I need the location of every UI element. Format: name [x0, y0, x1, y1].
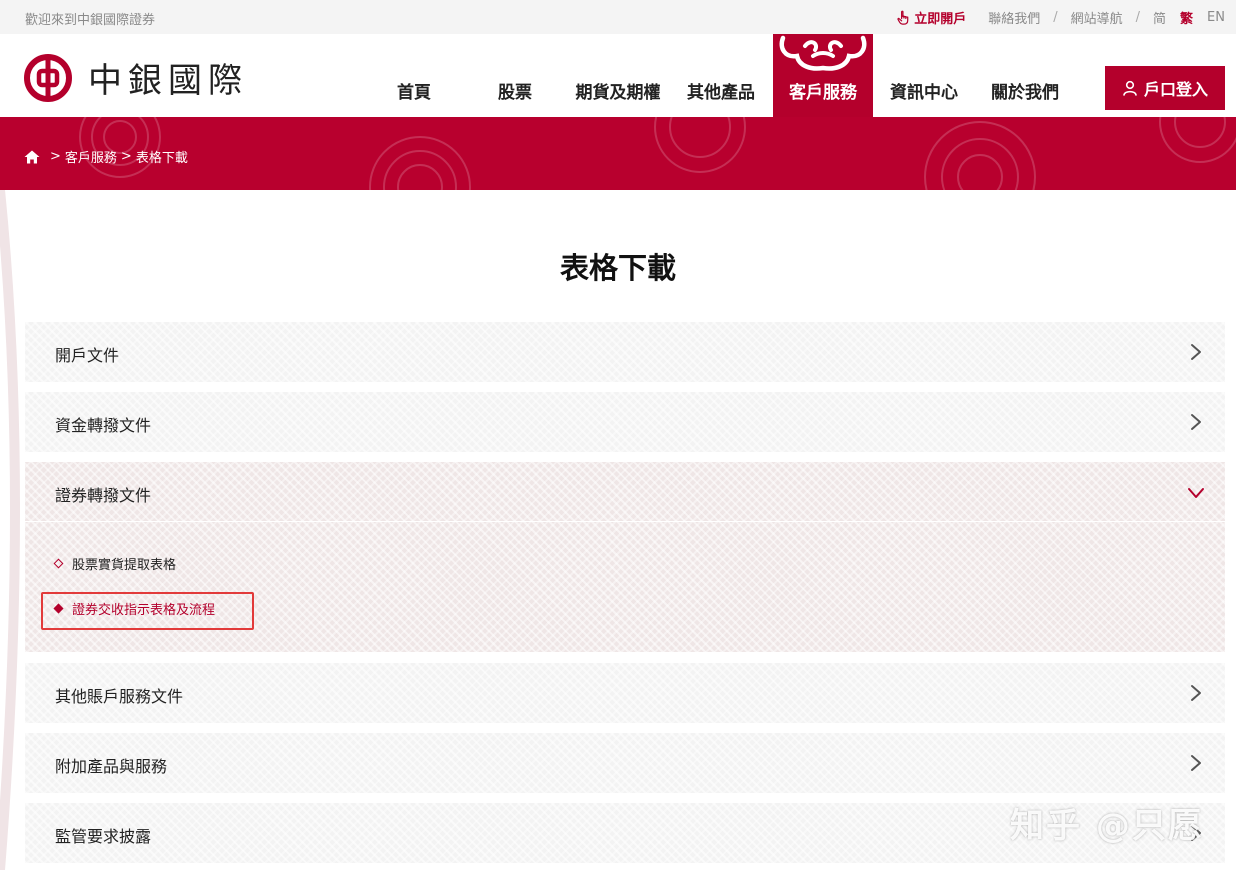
accordion-other-account-services[interactable]: 其他賬戶服務文件 — [25, 663, 1225, 723]
breadcrumb-separator: > — [50, 149, 61, 164]
nav-info-center[interactable]: 資訊中心 — [874, 78, 974, 103]
hand-pointer-icon — [897, 10, 909, 25]
chevron-right-icon — [1191, 414, 1201, 430]
list-item-label: 股票實貨提取表格 — [72, 558, 177, 573]
page-banner: > 客戶服務 > 表格下載 — [0, 117, 1236, 190]
open-account-link[interactable]: 立即開戶 — [896, 8, 966, 27]
accordion-fund-transfer[interactable]: 資金轉撥文件 — [25, 392, 1225, 452]
breadcrumb: > 客戶服務 > 表格下載 — [24, 147, 192, 166]
login-label: 戶口登入 — [1143, 80, 1208, 99]
user-icon — [1123, 80, 1137, 96]
accordion-additional-products[interactable]: 附加產品與服務 — [25, 733, 1225, 793]
breadcrumb-separator: > — [120, 149, 132, 164]
open-account-label: 立即開戶 — [914, 12, 967, 27]
highlight-annotation-box — [41, 592, 254, 630]
chevron-right-icon — [1191, 344, 1201, 360]
accordion-header[interactable]: 附加產品與服務 — [25, 733, 1225, 793]
watermark-text: 知乎 @只愿 — [1010, 806, 1204, 846]
accordion-header[interactable]: 資金轉撥文件 — [25, 392, 1225, 452]
nav-client-services-label: 客戶服務 — [789, 83, 857, 103]
nav-about-us[interactable]: 關於我們 — [975, 78, 1075, 103]
logo-text: 中銀國際 — [88, 61, 248, 101]
utility-links: 立即開戶 聯絡我們 / 網站導航 / 简 繁 EN — [896, 8, 1225, 27]
main-header: 中銀國際 首頁 股票 期貨及期權 其他產品 客戶服務 資訊中心 關於我們 戶口登… — [0, 34, 1236, 117]
chevron-down-icon — [1188, 488, 1204, 498]
nav-home[interactable]: 首頁 — [364, 78, 464, 103]
accordion-title: 其他賬戶服務文件 — [55, 687, 184, 706]
contact-us-link[interactable]: 聯絡我們 — [988, 8, 1040, 27]
nav-other-products[interactable]: 其他產品 — [671, 78, 771, 103]
nav-stocks[interactable]: 股票 — [465, 78, 565, 103]
login-button[interactable]: 戶口登入 — [1105, 66, 1225, 110]
divider: / — [1053, 10, 1058, 25]
cloud-ornament-icon — [779, 35, 867, 71]
lang-simplified-link[interactable]: 简 — [1153, 8, 1166, 27]
logo[interactable]: 中銀國際 — [24, 53, 248, 102]
divider: / — [1135, 10, 1141, 25]
accordion-account-opening[interactable]: 開戶文件 — [25, 322, 1225, 382]
diamond-bullet-icon — [53, 558, 64, 569]
nav-client-services[interactable]: 客戶服務 — [773, 34, 873, 117]
lang-english-link[interactable]: EN — [1207, 10, 1225, 25]
page-title: 表格下載 — [559, 251, 676, 285]
accordion-header[interactable]: 開戶文件 — [25, 322, 1225, 382]
accordion-sub-list: 股票實貨提取表格 證券交收指示表格及流程 — [25, 522, 1225, 652]
list-item-stock-withdrawal-form[interactable]: 股票實貨提取表格 — [53, 554, 177, 573]
accordion-title: 資金轉撥文件 — [55, 416, 152, 435]
lang-traditional-link[interactable]: 繁 — [1180, 8, 1193, 27]
breadcrumb-client-services[interactable]: 客戶服務 — [65, 147, 117, 166]
chevron-right-icon — [1191, 685, 1201, 701]
welcome-text: 歡迎來到中銀國際證券 — [25, 13, 156, 28]
site-nav-link[interactable]: 網站導航 — [1071, 8, 1123, 27]
breadcrumb-form-download: 表格下載 — [135, 151, 188, 166]
bank-logo-icon — [24, 53, 72, 102]
accordion-header[interactable]: 證券轉撥文件 — [25, 462, 1225, 522]
chevron-right-icon — [1191, 755, 1201, 771]
utility-bar: 歡迎來到中銀國際證券 立即開戶 聯絡我們 / 網站導航 / 简 繁 EN — [0, 0, 1236, 34]
accordion-title: 開戶文件 — [55, 346, 120, 365]
home-icon[interactable] — [24, 150, 40, 164]
accordion-title: 監管要求披露 — [55, 827, 152, 846]
nav-futures-options[interactable]: 期貨及期權 — [568, 78, 668, 103]
accordion-title: 附加產品與服務 — [55, 757, 168, 776]
accordion-header[interactable]: 其他賬戶服務文件 — [25, 663, 1225, 723]
accordion-title: 證券轉撥文件 — [55, 486, 152, 505]
